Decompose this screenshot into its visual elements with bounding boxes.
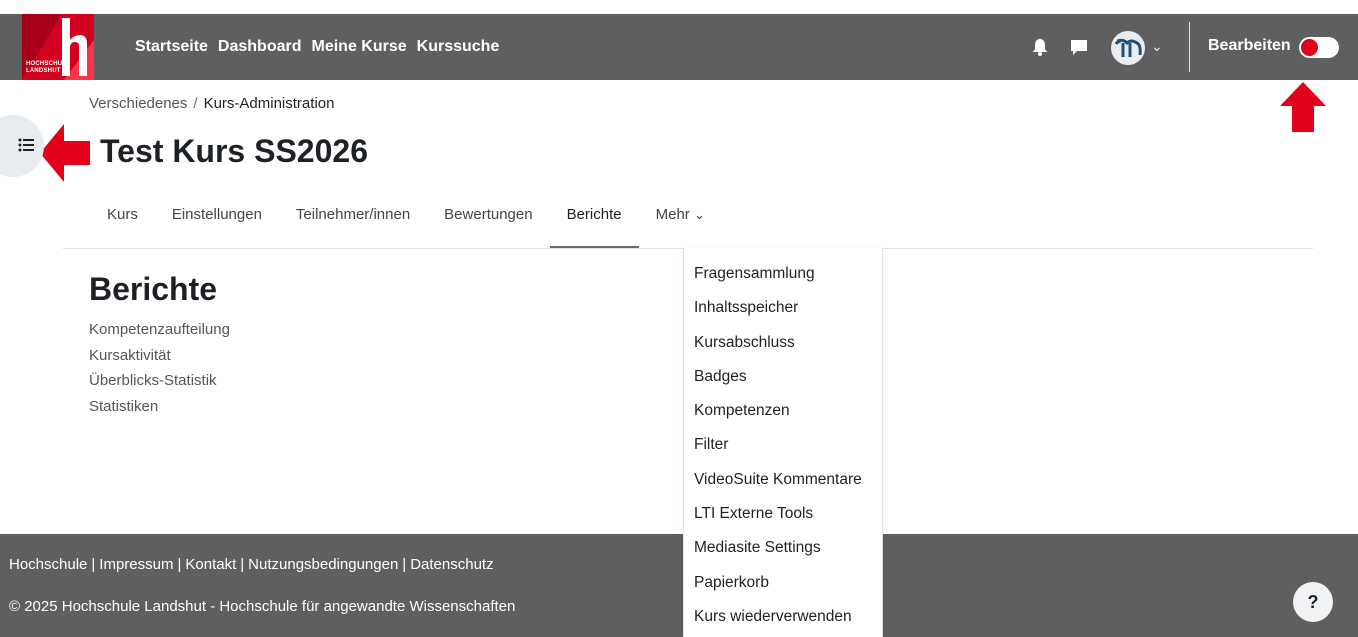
page-heading: Berichte <box>89 271 218 307</box>
report-list: Kompetenzaufteilung Kursaktivität Überbl… <box>89 320 230 422</box>
breadcrumb-separator: / <box>193 95 198 112</box>
footer-link-hochschule[interactable]: Hochschule <box>9 556 87 573</box>
nav-link-kurssuche[interactable]: Kurssuche <box>417 38 500 56</box>
footer-link-kontakt[interactable]: Kontakt <box>185 556 236 573</box>
primary-navigation: Startseite Dashboard Meine Kurse Kurssuc… <box>135 14 509 80</box>
nav-link-meine-kurse[interactable]: Meine Kurse <box>312 38 407 56</box>
tab-berichte[interactable]: Berichte <box>549 196 639 249</box>
nav-link-dashboard[interactable]: Dashboard <box>218 38 302 56</box>
chevron-down-icon[interactable]: ⌄ <box>1151 38 1163 55</box>
tab-teilnehmer[interactable]: Teilnehmer/innen <box>279 196 427 248</box>
menu-item-kompetenzen[interactable]: Kompetenzen <box>684 394 882 428</box>
report-link[interactable]: Kompetenzaufteilung <box>89 320 230 346</box>
menu-item-papierkorb[interactable]: Papierkorb <box>684 566 882 600</box>
menu-item-videosuite-kommentare[interactable]: VideoSuite Kommentare <box>684 463 882 497</box>
avatar-image <box>1114 38 1142 57</box>
footer-link-datenschutz[interactable]: Datenschutz <box>410 556 493 573</box>
logo-text: HOCHSCHULE LANDSHUT <box>26 61 71 74</box>
menu-item-badges[interactable]: Badges <box>684 360 882 394</box>
list-icon <box>18 138 34 152</box>
avatar[interactable] <box>1111 31 1145 65</box>
menu-item-filter[interactable]: Filter <box>684 428 882 462</box>
menu-item-lti-externe-tools[interactable]: LTI Externe Tools <box>684 497 882 531</box>
tab-einstellungen[interactable]: Einstellungen <box>155 196 279 248</box>
footer-separator: | <box>402 556 407 573</box>
breadcrumb-current[interactable]: Kurs-Administration <box>204 95 335 112</box>
help-button[interactable]: ? <box>1293 582 1333 622</box>
footer-separator: | <box>177 556 182 573</box>
footer-link-nutzungsbedingungen[interactable]: Nutzungsbedingungen <box>248 556 398 573</box>
edit-mode-label: Bearbeiten <box>1208 37 1291 54</box>
footer-link-impressum[interactable]: Impressum <box>99 556 173 573</box>
breadcrumb-parent[interactable]: Verschiedenes <box>89 95 187 112</box>
footer-separator: | <box>240 556 245 573</box>
annotation-arrow-up-icon <box>1280 82 1326 132</box>
mehr-dropdown-menu: Fragensammlung Inhaltsspeicher Kursabsch… <box>683 248 883 637</box>
edit-mode-toggle[interactable] <box>1299 37 1339 58</box>
footer-separator: | <box>91 556 96 573</box>
tab-kurs[interactable]: Kurs <box>90 196 155 248</box>
menu-item-kurs-wiederverwenden[interactable]: Kurs wiederverwenden <box>684 600 882 634</box>
chat-icon[interactable] <box>1069 37 1089 57</box>
tab-mehr-label: Mehr <box>655 206 690 223</box>
breadcrumb: Verschiedenes / Kurs-Administration <box>89 95 334 112</box>
chevron-down-icon: ⌄ <box>693 207 705 222</box>
navbar-divider <box>1189 22 1190 72</box>
toggle-knob <box>1301 39 1318 56</box>
tab-mehr[interactable]: Mehr ⌄ <box>639 196 722 248</box>
tab-bewertungen[interactable]: Bewertungen <box>427 196 549 248</box>
footer-copyright: © 2025 Hochschule Landshut - Hochschule … <box>9 598 516 615</box>
nav-link-startseite[interactable]: Startseite <box>135 38 208 56</box>
course-title: Test Kurs SS2026 <box>100 133 368 169</box>
top-navbar: HOCHSCHULE LANDSHUT Startseite Dashboard… <box>0 14 1358 80</box>
menu-item-mediasite-settings[interactable]: Mediasite Settings <box>684 531 882 565</box>
menu-item-fragensammlung[interactable]: Fragensammlung <box>684 257 882 291</box>
annotation-arrow-left-icon <box>40 124 90 182</box>
bell-icon[interactable] <box>1030 37 1050 57</box>
menu-item-inhaltsspeicher[interactable]: Inhaltsspeicher <box>684 291 882 325</box>
report-link[interactable]: Kursaktivität <box>89 346 230 372</box>
footer-links: Hochschule | Impressum | Kontakt | Nutzungsbed… <box>9 556 494 573</box>
report-link[interactable]: Statistiken <box>89 397 230 423</box>
menu-item-kursabschluss[interactable]: Kursabschluss <box>684 326 882 360</box>
page-footer: Hochschule | Impressum | Kontakt | Nutzungsbed… <box>0 534 1358 637</box>
report-link[interactable]: Überblicks-Statistik <box>89 371 230 397</box>
secondary-navigation: Kurs Einstellungen Teilnehmer/innen Bewe… <box>90 196 722 249</box>
hochschule-landshut-logo[interactable]: HOCHSCHULE LANDSHUT <box>22 14 94 80</box>
